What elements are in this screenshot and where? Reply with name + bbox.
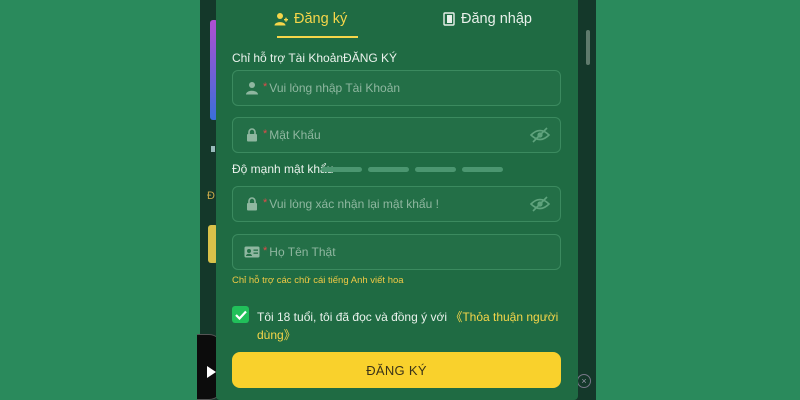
strength-segment [321, 167, 362, 172]
strength-segment [415, 167, 456, 172]
tab-login-label: Đăng nhập [461, 11, 532, 27]
register-modal: Đăng ký Đăng nhập Chỉ hỗ trợ Tài KhoảnĐĂ… [216, 0, 578, 400]
lock-icon [244, 197, 260, 211]
required-mark: * [263, 197, 268, 209]
login-door-icon [443, 12, 455, 26]
confirm-password-field[interactable]: * [232, 186, 561, 222]
terms-statement: Tôi 18 tuổi, tôi đã đọc và đồng ý với [257, 310, 451, 324]
active-tab-indicator [277, 36, 358, 38]
username-input[interactable] [269, 81, 520, 95]
terms-text: Tôi 18 tuổi, tôi đã đọc và đồng ý với 《T… [257, 308, 562, 344]
play-icon[interactable] [207, 366, 216, 378]
eye-off-icon[interactable] [530, 127, 550, 143]
tab-login[interactable]: Đăng nhập [443, 8, 532, 30]
auth-tabs: Đăng ký Đăng nhập [216, 0, 578, 40]
background-text: Đ [207, 190, 215, 202]
realname-hint: Chỉ hỗ trợ các chữ cái tiếng Anh viết ho… [232, 275, 404, 286]
realname-field[interactable]: * [232, 234, 561, 270]
scrollbar[interactable] [586, 30, 590, 65]
strength-segment [462, 167, 503, 172]
required-mark: * [263, 81, 268, 93]
check-icon [234, 310, 247, 320]
password-strength-meter [321, 167, 503, 172]
user-icon [244, 81, 260, 95]
password-input[interactable] [269, 128, 520, 142]
strength-segment [368, 167, 409, 172]
account-support-note: Chỉ hỗ trợ Tài KhoảnĐĂNG KÝ [232, 51, 398, 65]
confirm-password-input[interactable] [269, 197, 520, 211]
required-mark: * [263, 128, 268, 140]
password-strength-label: Độ mạnh mật khẩu [232, 162, 334, 176]
lock-icon [244, 128, 260, 142]
user-plus-icon [274, 12, 288, 26]
close-circle-icon[interactable]: × [577, 374, 591, 388]
username-field[interactable]: * [232, 70, 561, 106]
tab-register[interactable]: Đăng ký [274, 8, 347, 30]
tab-register-label: Đăng ký [294, 11, 348, 27]
required-mark: * [263, 245, 268, 257]
realname-input[interactable] [269, 245, 520, 259]
terms-checkbox[interactable] [232, 306, 249, 323]
register-button[interactable]: ĐĂNG KÝ [232, 352, 561, 388]
background-dot [211, 146, 215, 152]
password-field[interactable]: * [232, 117, 561, 153]
id-card-icon [244, 246, 260, 258]
eye-off-icon[interactable] [530, 196, 550, 212]
